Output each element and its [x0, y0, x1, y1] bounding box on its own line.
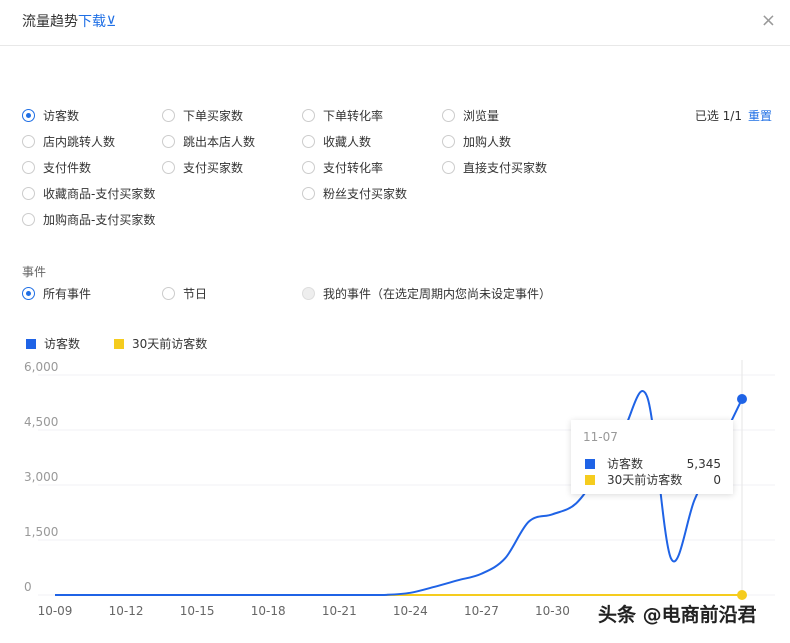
y-tick-label: 6,000: [24, 360, 58, 374]
data-point: [737, 590, 747, 600]
data-point: [737, 394, 747, 405]
y-tick-label: 4,500: [24, 415, 58, 429]
x-tick-label: 10-21: [322, 604, 357, 618]
x-tick-label: 10-12: [109, 604, 144, 618]
tooltip-swatch: [585, 474, 595, 485]
x-tick-label: 10-18: [251, 604, 286, 618]
x-tick-label: 10-24: [393, 604, 428, 618]
y-tick-label: 1,500: [24, 525, 58, 539]
tooltip-swatch: [585, 458, 595, 469]
chart-tooltip: 11-07 访客数 5,345 30天前访客数 0: [571, 420, 733, 494]
y-tick-label: 3,000: [24, 470, 58, 484]
x-tick-label: 10-30: [535, 604, 570, 618]
x-tick-label: 10-27: [464, 604, 499, 618]
y-tick-label: 0: [24, 580, 32, 594]
trend-chart[interactable]: 0 1,500 3,000 4,500 6,000 10-09 10-12 10-15 10-1…: [0, 0, 790, 643]
tooltip-row: 访客数 5,345: [585, 455, 721, 472]
x-tick-label: 10-09: [38, 604, 73, 618]
x-tick-label: 10-15: [180, 604, 215, 618]
tooltip-row: 30天前访客数 0: [585, 471, 721, 488]
watermark: 头条 @电商前沿君: [598, 604, 757, 626]
